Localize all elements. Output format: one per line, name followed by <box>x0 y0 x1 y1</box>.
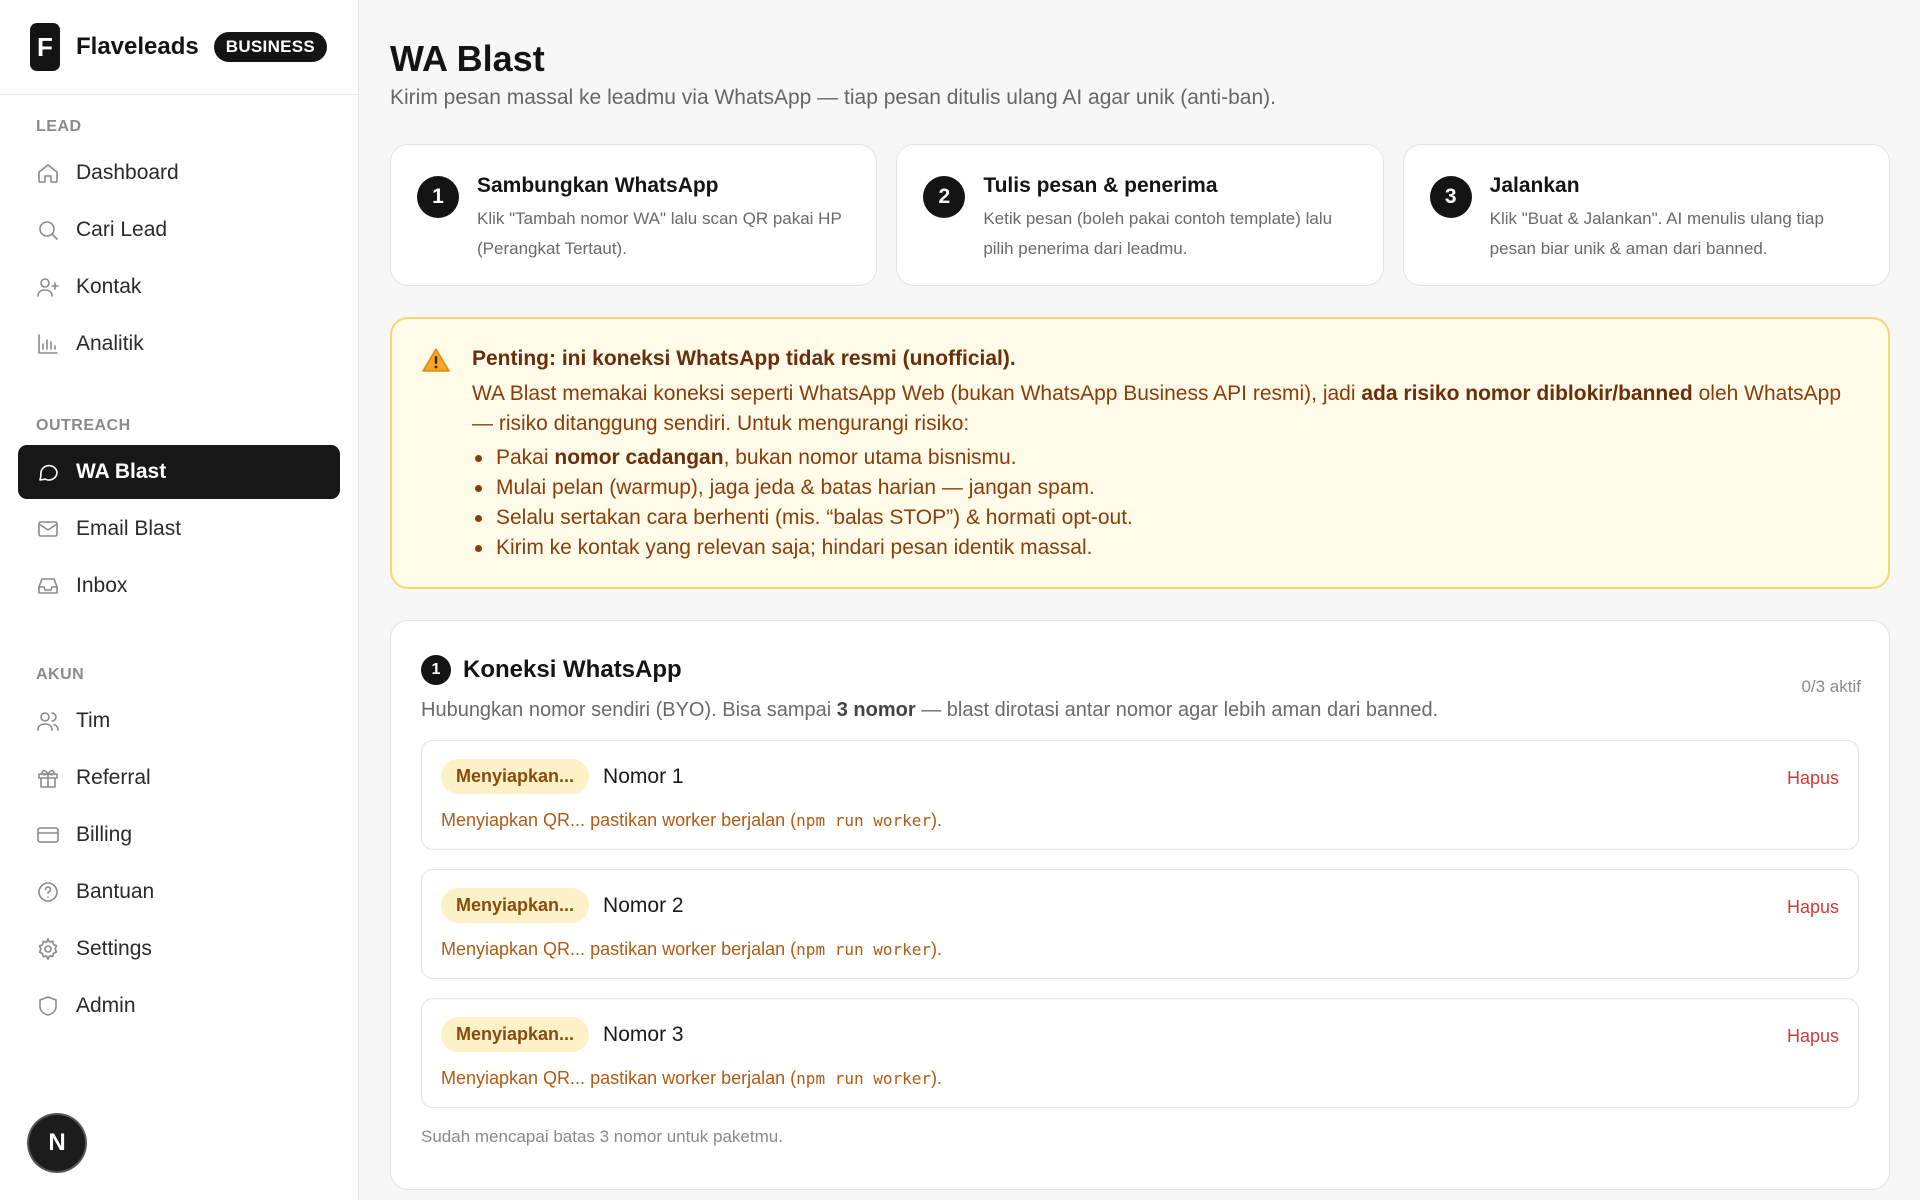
sidebar-item-label: Tim <box>76 709 111 732</box>
delete-button[interactable]: Hapus <box>1787 897 1839 918</box>
step-description: Klik "Buat & Jalankan". AI menulis ulang… <box>1489 209 1824 258</box>
sidebar-item-wa-blast[interactable]: WA Blast <box>18 445 340 499</box>
sidebar-item-email-blast[interactable]: Email Blast <box>18 502 340 556</box>
warning-icon <box>422 347 450 587</box>
step-number: 1 <box>417 176 459 218</box>
connection-message: Menyiapkan QR... pastikan worker berjala… <box>441 810 943 830</box>
warning-text: WA Blast memakai koneksi seperti WhatsAp… <box>472 382 1842 435</box>
sidebar-item-label: Billing <box>76 823 133 846</box>
users-icon <box>36 709 60 733</box>
sidebar-item-label: Admin <box>76 994 136 1017</box>
connection-name: Nomor 1 <box>603 764 684 788</box>
sidebar-item-referral[interactable]: Referral <box>18 751 340 805</box>
nav-heading: AKUN <box>36 666 85 683</box>
search-icon <box>36 218 60 242</box>
section-number: 1 <box>421 655 451 685</box>
sidebar-item-label: Analitik <box>76 332 144 355</box>
brand-logo: F <box>30 23 60 71</box>
brand[interactable]: F Flaveleads BUSINESS <box>0 0 358 95</box>
status-badge: Menyiapkan... <box>441 759 590 794</box>
sidebar-item-label: Email Blast <box>76 517 182 540</box>
sidebar-item-dashboard[interactable]: Dashboard <box>18 146 340 200</box>
status-badge: Menyiapkan... <box>441 888 590 923</box>
connection-name: Nomor 2 <box>603 893 684 917</box>
plan-badge: BUSINESS <box>213 32 328 62</box>
inbox-icon <box>36 574 60 598</box>
delete-button[interactable]: Hapus <box>1787 768 1839 789</box>
active-count: 0/3 aktif <box>1801 677 1861 696</box>
dev-tools-badge[interactable]: N <box>29 1115 85 1171</box>
step-description: Klik "Tambah nomor WA" lalu scan QR paka… <box>477 209 842 258</box>
sidebar-item-billing[interactable]: Billing <box>18 808 340 862</box>
page-title: WA Blast <box>390 38 545 79</box>
connection-item: Menyiapkan... Nomor 1 Hapus Menyiapkan Q… <box>421 740 1859 850</box>
nav-section-lead: LEAD Dashboard Cari Lead Kontak Analitik <box>0 118 358 371</box>
warning-banner: Penting: ini koneksi WhatsApp tidak resm… <box>390 317 1890 589</box>
step-number: 2 <box>923 176 966 218</box>
steps-row: 1 Sambungkan WhatsApp Klik "Tambah nomor… <box>390 144 1890 286</box>
bar-chart-icon <box>36 332 60 356</box>
sidebar-item-analitik[interactable]: Analitik <box>18 317 340 371</box>
step-title: Sambungkan WhatsApp <box>477 174 719 197</box>
home-icon <box>36 161 60 185</box>
warning-bullet: Mulai pelan (warmup), jaga jeda & batas … <box>472 473 1858 503</box>
sidebar: F Flaveleads BUSINESS LEAD Dashboard Car… <box>0 0 359 1200</box>
nav-heading: OUTREACH <box>36 417 131 434</box>
connection-message: Menyiapkan QR... pastikan worker berjala… <box>441 939 943 959</box>
section-title: Koneksi WhatsApp <box>463 656 682 683</box>
warning-title: Penting: ini koneksi WhatsApp tidak resm… <box>472 347 1016 370</box>
step-card: 2 Tulis pesan & penerima Ketik pesan (bo… <box>896 144 1384 286</box>
connection-list: Menyiapkan... Nomor 1 Hapus Menyiapkan Q… <box>421 740 1859 1108</box>
warning-bullet: Selalu sertakan cara berhenti (mis. “bal… <box>472 503 1858 533</box>
sidebar-item-label: Referral <box>76 766 151 789</box>
limit-note: Sudah mencapai batas 3 nomor untuk paket… <box>421 1127 783 1146</box>
warning-list: Pakai nomor cadangan, bukan nomor utama … <box>472 443 1858 563</box>
delete-button[interactable]: Hapus <box>1787 1026 1839 1047</box>
sidebar-item-label: Inbox <box>76 574 128 597</box>
user-plus-icon <box>36 275 60 299</box>
warning-bullet: Kirim ke kontak yang relevan saja; hinda… <box>472 533 1858 563</box>
brand-name: Flaveleads <box>76 33 199 60</box>
connection-item: Menyiapkan... Nomor 3 Hapus Menyiapkan Q… <box>421 998 1859 1108</box>
page-subtitle: Kirim pesan massal ke leadmu via WhatsAp… <box>390 86 1276 109</box>
sidebar-item-label: Bantuan <box>76 880 155 903</box>
status-badge: Menyiapkan... <box>441 1017 590 1052</box>
connection-item: Menyiapkan... Nomor 2 Hapus Menyiapkan Q… <box>421 869 1859 979</box>
connection-message: Menyiapkan QR... pastikan worker berjala… <box>441 1068 943 1088</box>
mail-icon <box>36 517 60 541</box>
sidebar-item-cari-lead[interactable]: Cari Lead <box>18 203 340 257</box>
sidebar-item-tim[interactable]: Tim <box>18 694 340 748</box>
step-title: Jalankan <box>1489 174 1580 197</box>
section-description: Hubungkan nomor sendiri (BYO). Bisa samp… <box>421 699 1439 721</box>
step-description: Ketik pesan (boleh pakai contoh template… <box>983 209 1333 258</box>
sidebar-item-label: Dashboard <box>76 161 179 184</box>
chat-icon <box>36 460 60 484</box>
sidebar-item-bantuan[interactable]: Bantuan <box>18 865 340 919</box>
nav-section-akun: AKUN Tim Referral Billing Bantuan Settin… <box>0 666 358 1033</box>
sidebar-item-label: WA Blast <box>76 460 167 483</box>
credit-card-icon <box>36 823 60 847</box>
sidebar-item-settings[interactable]: Settings <box>18 922 340 976</box>
gift-icon <box>36 766 60 790</box>
help-icon <box>36 880 60 904</box>
sidebar-item-kontak[interactable]: Kontak <box>18 260 340 314</box>
warning-bullet: Pakai nomor cadangan, bukan nomor utama … <box>472 443 1858 473</box>
nav-section-outreach: OUTREACH WA Blast Email Blast Inbox <box>0 417 358 613</box>
sidebar-item-admin[interactable]: Admin <box>18 979 340 1033</box>
sidebar-item-label: Cari Lead <box>76 218 168 241</box>
shield-icon <box>36 994 60 1018</box>
step-card: 3 Jalankan Klik "Buat & Jalankan". AI me… <box>1402 144 1890 286</box>
gear-icon <box>36 937 60 961</box>
nav-heading: LEAD <box>36 118 82 135</box>
sidebar-item-inbox[interactable]: Inbox <box>18 559 340 613</box>
sidebar-item-label: Kontak <box>76 275 142 298</box>
connection-name: Nomor 3 <box>603 1022 684 1046</box>
step-title: Tulis pesan & penerima <box>983 174 1218 197</box>
sidebar-item-label: Settings <box>76 937 152 960</box>
whatsapp-connection-panel: 1 Koneksi WhatsApp 0/3 aktif Hubungkan n… <box>390 620 1890 1190</box>
step-card: 1 Sambungkan WhatsApp Klik "Tambah nomor… <box>390 144 878 286</box>
step-number: 3 <box>1429 176 1472 218</box>
